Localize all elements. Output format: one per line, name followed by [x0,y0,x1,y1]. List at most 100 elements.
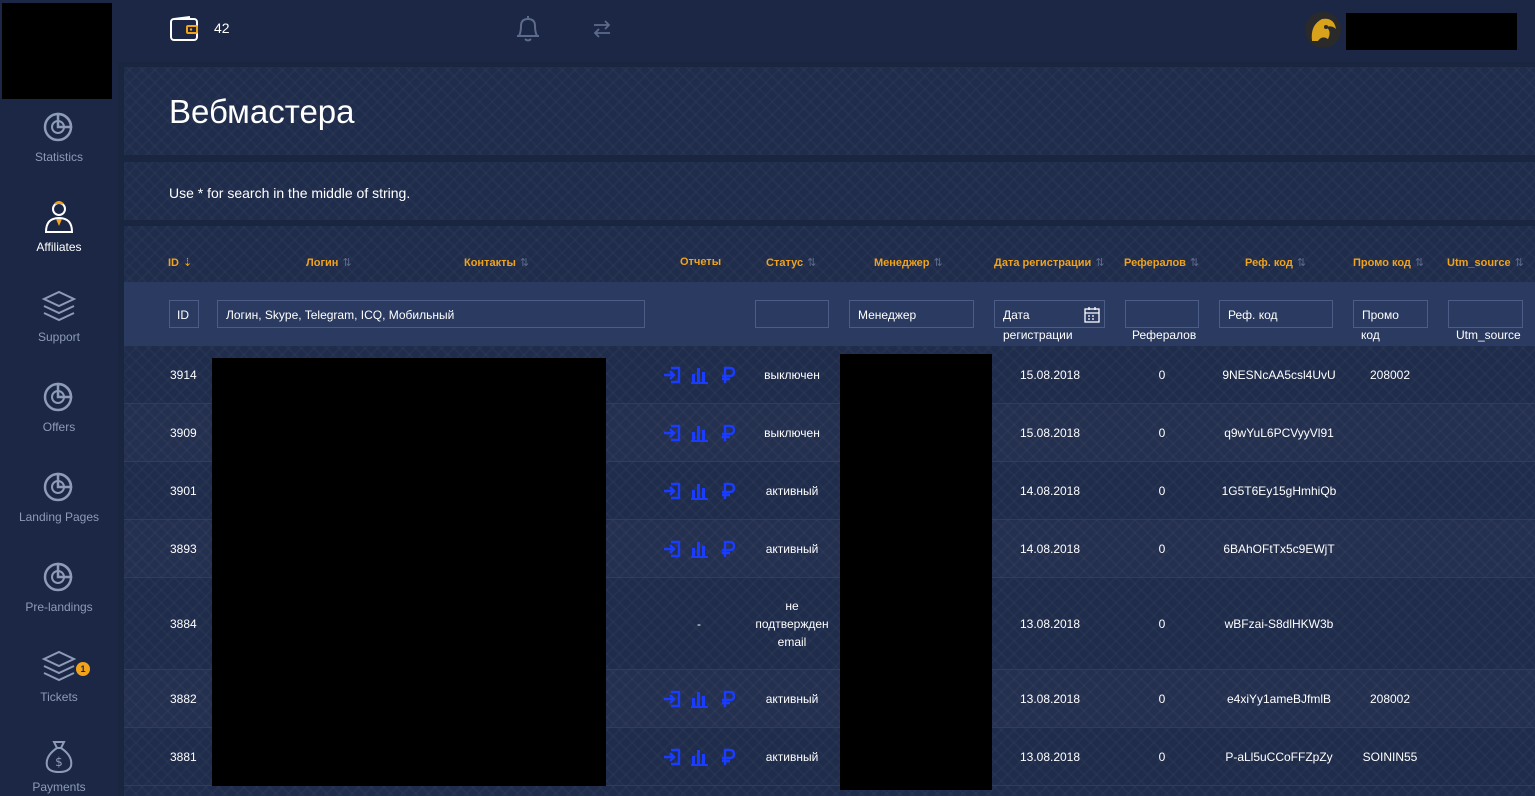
bell-icon[interactable] [514,14,542,44]
login-as-icon[interactable] [662,365,682,385]
sidebar-item-label: Landing Pages [18,510,100,524]
reg-date-filter-placeholder-2: регистрации [1003,328,1073,342]
pie-chart-icon [43,112,73,142]
sidebar-item-support[interactable]: Support [0,288,118,378]
search-hint: Use * for search in the middle of string… [169,185,411,201]
column-header-reg-date[interactable]: Дата регистрации ⇅ [994,256,1105,269]
sidebar-item-pre-landings[interactable]: Pre-landings [0,558,118,648]
column-header-referrals[interactable]: Рефералов ⇅ [1124,256,1199,269]
bar-chart-icon[interactable] [690,365,710,385]
cell-reg-date: 15.08.2018 [1019,368,1081,382]
bar-chart-icon[interactable] [690,539,710,559]
ruble-icon[interactable] [718,423,738,443]
cell-id: 3884 [170,617,197,631]
ruble-icon[interactable] [718,747,738,767]
bar-chart-icon[interactable] [690,481,710,501]
report-links [662,689,738,709]
search-hint-panel: Use * for search in the middle of string… [124,162,1535,220]
pie-chart-icon [43,472,73,502]
wallet-icon [170,16,198,41]
cell-id: 3901 [170,484,197,498]
cell-status: email [777,635,807,649]
top-bar: 42 [118,0,1535,62]
bar-chart-icon[interactable] [690,747,710,767]
sidebar-item-offers[interactable]: Offers [0,378,118,468]
cell-ref-code: wBFzai-S8dlHKW3b [1224,617,1334,631]
header-label: Реф. код [1245,257,1293,269]
bar-chart-icon[interactable] [690,423,710,443]
ruble-icon[interactable] [718,689,738,709]
cell-id: 3881 [170,750,197,764]
column-header-ref-code[interactable]: Реф. код ⇅ [1245,256,1306,269]
avatar[interactable] [1304,11,1342,49]
sidebar-item-affiliates[interactable]: Affiliates [0,198,118,288]
promo-code-filter-input[interactable]: Промо [1353,300,1428,328]
bar-chart-icon[interactable] [690,689,710,709]
login-as-icon[interactable] [662,747,682,767]
column-header-status[interactable]: Статус ⇅ [766,256,816,269]
cell-ref-code: q9wYuL6PCVyyVl91 [1224,426,1334,440]
sidebar-item-tickets[interactable]: 1 Tickets [0,648,118,738]
sidebar: Statistics Affiliates Support Offers Lan… [0,0,118,796]
login-as-icon[interactable] [662,689,682,709]
cell-referrals: 0 [1158,484,1166,498]
header-label: Utm_source [1447,257,1511,269]
page-header: Вебмастера [124,67,1535,155]
reg-date-filter-placeholder: Дата [1003,308,1030,322]
utm-source-filter-input[interactable] [1448,300,1523,328]
cell-status: активный [765,750,819,764]
header-label: Промо код [1353,257,1411,269]
layers-icon [41,290,77,322]
cell-status: выключен [764,426,820,440]
cell-referrals: 0 [1158,750,1166,764]
sidebar-item-label: Support [37,330,81,344]
header-label: Менеджер [874,257,930,269]
column-header-manager[interactable]: Менеджер ⇅ [874,256,943,269]
login-contacts-filter-input[interactable]: Логин, Skype, Telegram, ICQ, Мобильный [217,300,645,328]
id-filter-input[interactable]: ID [169,300,199,328]
money-bag-icon: $ [45,741,73,774]
sidebar-item-statistics[interactable]: Statistics [0,108,118,198]
sidebar-item-payments[interactable]: $ Payments [0,738,118,796]
report-links [662,365,738,385]
column-header-utm-source[interactable]: Utm_source ⇅ [1447,256,1524,269]
cell-status: активный [765,692,819,706]
column-header-promo-code[interactable]: Промо код ⇅ [1353,256,1424,269]
cell-reg-date: 15.08.2018 [1019,426,1081,440]
ref-code-filter-input[interactable]: Реф. код [1219,300,1333,328]
cell-id: 3893 [170,542,197,556]
ruble-icon[interactable] [718,539,738,559]
login-as-icon[interactable] [662,423,682,443]
sidebar-item-label: Pre-landings [25,600,93,614]
swap-arrows-icon[interactable] [592,18,612,40]
manager-redacted [840,354,992,790]
sidebar-item-landing-pages[interactable]: Landing Pages [0,468,118,558]
affiliates-table: ID ⇣ Логин ⇅ Контакты ⇅ Отчеты Статус ⇅ Мене… [124,226,1535,796]
ruble-icon[interactable] [718,365,738,385]
sort-icon: ⇅ [1296,257,1307,269]
sidebar-item-label: Affiliates [36,240,82,254]
cell-referrals: 0 [1158,368,1166,382]
sort-desc-icon: ⇣ [183,257,193,269]
column-header-contacts[interactable]: Контакты ⇅ [464,256,529,269]
cell-reg-date: 13.08.2018 [1019,692,1081,706]
cell-promo-code: SOININ55 [1362,750,1418,764]
column-header-login[interactable]: Логин ⇅ [306,256,352,269]
status-filter-select[interactable] [755,300,829,328]
referrals-filter-input[interactable] [1125,300,1199,328]
login-as-icon[interactable] [662,481,682,501]
ruble-icon[interactable] [718,481,738,501]
manager-filter-input[interactable]: Менеджер [849,300,974,328]
calendar-icon[interactable] [1084,306,1100,323]
header-label: Дата регистрации [994,257,1092,269]
cell-status: активный [765,484,819,498]
report-links [662,481,738,501]
sort-icon: ⇅ [807,257,817,269]
column-header-id[interactable]: ID ⇣ [168,256,192,269]
cell-promo-code: 208002 [1369,692,1411,706]
login-as-icon[interactable] [662,539,682,559]
username-redacted[interactable] [1346,13,1517,50]
cell-reg-date: 13.08.2018 [1019,750,1081,764]
column-header-reports: Отчеты [680,256,721,268]
promo-filter-placeholder-2: код [1361,328,1380,342]
